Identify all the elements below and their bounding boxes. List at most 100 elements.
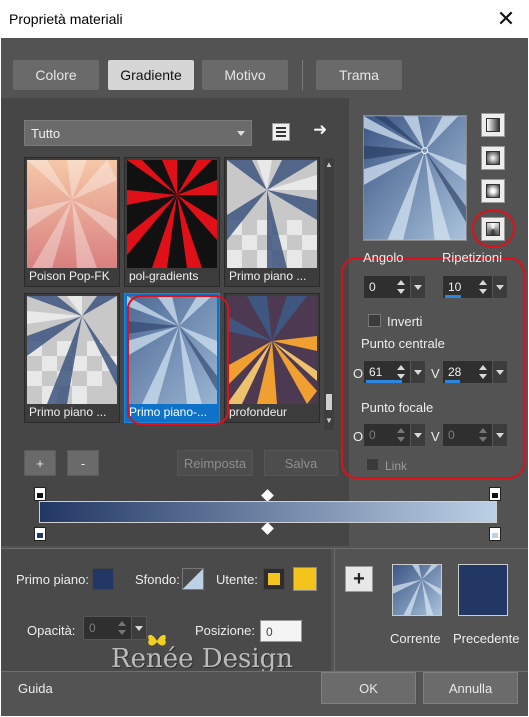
cancel-button[interactable]: Annulla [423,672,518,704]
add-gradient-button[interactable]: + [24,450,56,476]
previous-label: Precedente [453,631,520,646]
focal-v-label: V [431,429,440,444]
stepper-arrows-icon[interactable] [395,426,409,444]
opacity-stop-left[interactable] [34,487,46,501]
gradient-preview-image [27,296,117,404]
focal-h-spinner[interactable]: 0 [363,423,426,447]
color-stop-left[interactable] [34,527,46,541]
arrow-right-icon[interactable]: ➜ [313,120,327,140]
remove-gradient-button[interactable]: - [67,450,99,476]
dropdown-icon[interactable] [410,361,425,383]
focal-h-label: O [353,429,364,444]
thumbnail-label: pol-gradients [129,269,199,283]
library-scrollbar[interactable]: ▲ ▼ [324,158,334,430]
angle-spinner[interactable]: 0 [363,275,426,299]
thumbnail-label: Primo piano-... [129,405,208,419]
gradient-preview-image [364,116,466,240]
stepper-arrows-icon[interactable] [477,363,491,381]
stepper-arrows-icon[interactable] [477,426,491,444]
current-swatch[interactable] [392,564,442,616]
title-bar: Proprietà materiali ✕ [0,0,529,38]
close-icon[interactable]: ✕ [483,0,529,38]
stepper-arrows-icon[interactable] [477,278,491,296]
repeats-spinner[interactable]: 10 [442,275,508,299]
sunburst-gradient-icon [486,184,500,198]
center-h-value: 61 [369,365,383,379]
link-label: Link [385,459,408,473]
help-link[interactable]: Guida [18,681,53,696]
opacity-stop-right[interactable] [489,487,501,501]
dropdown-icon[interactable] [492,361,507,383]
dropdown-icon[interactable] [492,424,507,446]
focal-v-spinner[interactable]: 0 [442,423,508,447]
window-title: Proprietà materiali [9,11,123,27]
gradient-preview-image [227,296,317,404]
linear-style-button[interactable] [481,113,505,137]
color-stop-right[interactable] [489,527,501,541]
gradient-thumbnail[interactable]: Primo piano ... [224,157,320,287]
user-label: Utente: [216,572,258,587]
previous-swatch[interactable] [458,564,508,616]
repeats-label: Ripetizioni [442,250,502,265]
thumbnail-label: Primo piano ... [29,405,107,419]
stepper-arrows-icon[interactable] [395,363,409,381]
center-h-spinner[interactable]: 61 [363,360,426,384]
dropdown-icon[interactable] [410,276,425,298]
gradient-preview[interactable] [363,115,467,241]
focal-v-value: 0 [448,428,455,442]
sunburst-style-button[interactable] [481,179,505,203]
user-radio-icon[interactable] [263,568,285,590]
rectangular-style-button[interactable] [481,146,505,170]
dialog-body: Colore Gradiente Motivo Trama Tutto ➜ Po… [1,38,528,716]
tab-colore[interactable]: Colore [13,60,99,90]
save-button[interactable]: Salva [264,450,338,476]
focal-point-label: Punto focale [361,400,434,415]
opacity-spinner[interactable]: 0 [83,616,147,640]
gradient-thumbnail[interactable]: Primo piano ... [24,293,120,423]
tab-separator [302,60,303,90]
scrollbar-thumb[interactable] [326,394,332,410]
dropdown-icon[interactable] [492,276,507,298]
tab-gradiente[interactable]: Gradiente [108,60,194,90]
add-swatch-button[interactable]: + [345,566,373,592]
opacity-value: 0 [89,621,96,635]
gradient-preview-image [127,160,217,268]
gradient-preview-image [27,160,117,268]
resource-manager-icon[interactable] [272,123,290,141]
current-label: Corrente [390,631,441,646]
position-input[interactable]: 0 [260,620,302,642]
gradient-thumbnail-selected[interactable]: Primo piano-... [124,293,220,423]
ok-button[interactable]: OK [321,672,416,704]
dropdown-icon[interactable] [131,617,146,639]
focal-h-value: 0 [369,428,376,442]
foreground-swatch[interactable] [92,568,114,590]
gradient-thumbnail[interactable]: Poison Pop-FK [24,157,120,287]
dropdown-icon[interactable] [410,424,425,446]
center-v-spinner[interactable]: 28 [442,360,508,384]
link-checkbox[interactable] [366,458,379,471]
foreground-label: Primo piano: [16,572,89,587]
gradient-bar[interactable] [39,501,497,523]
scroll-up-icon[interactable]: ▲ [325,160,333,169]
reset-button[interactable]: Reimposta [177,450,253,476]
radial-style-button[interactable] [481,217,505,241]
user-color-swatch[interactable] [293,567,317,591]
stepper-arrows-icon[interactable] [116,619,130,637]
background-label: Sfondo: [135,572,180,587]
current-gradient-image [393,565,441,615]
scroll-down-icon[interactable]: ▼ [325,416,333,425]
background-swatch[interactable] [182,568,204,590]
category-value: Tutto [31,125,61,141]
gradient-thumbnail[interactable]: profondeur [224,293,320,423]
repeats-value: 10 [448,280,462,294]
gradient-library-pane: Tutto ➜ Poison Pop-FK pol-gradients Prim… [1,98,349,546]
gradient-thumbnail[interactable]: pol-gradients [124,157,220,287]
rectangular-gradient-icon [486,151,500,165]
radial-gradient-icon [486,222,500,236]
tab-motivo[interactable]: Motivo [202,60,288,90]
center-v-label: V [431,366,440,381]
tab-trama[interactable]: Trama [316,60,402,90]
invert-checkbox[interactable] [368,314,381,327]
stepper-arrows-icon[interactable] [395,278,409,296]
category-select[interactable]: Tutto [24,120,252,146]
